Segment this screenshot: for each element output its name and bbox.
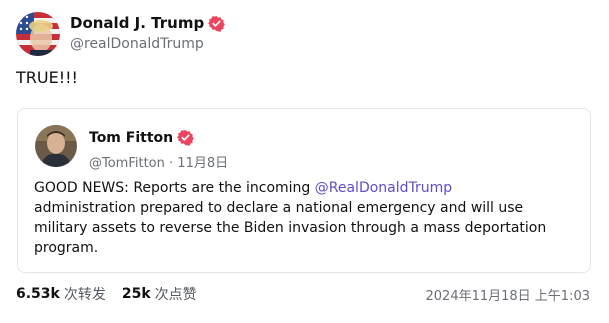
author-avatar[interactable] bbox=[16, 12, 60, 56]
reposts-count[interactable]: 6.53k bbox=[16, 286, 60, 302]
quoted-body: GOOD NEWS: Reports are the incoming @Rea… bbox=[34, 178, 574, 258]
verified-badge-icon bbox=[177, 129, 195, 146]
likes-label[interactable]: 次点赞 bbox=[155, 284, 197, 304]
post-card: Donald J. Trump @realDonaldTrump TRUE!!! bbox=[0, 0, 609, 323]
verified-badge-icon bbox=[208, 15, 226, 32]
quoted-author: Tom Fitton @TomFitton · 11月8日 bbox=[35, 125, 228, 171]
quoted-author-avatar[interactable] bbox=[35, 125, 77, 167]
quoted-date: · 11月8日 bbox=[169, 156, 229, 171]
post-text: TRUE!!! bbox=[16, 68, 78, 87]
post-stats: 6.53k 次转发 25k 次点赞 bbox=[16, 284, 197, 304]
quoted-meta: @TomFitton · 11月8日 bbox=[89, 152, 228, 171]
likes-count[interactable]: 25k bbox=[122, 286, 151, 302]
reposts-label[interactable]: 次转发 bbox=[64, 284, 106, 304]
author-name[interactable]: Donald J. Trump bbox=[70, 14, 204, 32]
mention-link[interactable]: @RealDonaldTrump bbox=[315, 180, 452, 196]
quoted-body-start: GOOD NEWS: Reports are the incoming bbox=[34, 180, 315, 196]
quoted-author-name[interactable]: Tom Fitton bbox=[89, 130, 173, 146]
quoted-author-handle[interactable]: @TomFitton bbox=[89, 156, 165, 171]
quoted-post[interactable]: Tom Fitton @TomFitton · 11月8日 GOOD NEWS:… bbox=[17, 108, 591, 273]
post-author: Donald J. Trump @realDonaldTrump bbox=[16, 12, 226, 56]
quoted-body-rest: administration prepared to declare a nat… bbox=[34, 200, 547, 256]
post-timestamp: 2024年11月18日 上午1:03 bbox=[425, 289, 591, 304]
author-handle[interactable]: @realDonaldTrump bbox=[70, 36, 225, 52]
